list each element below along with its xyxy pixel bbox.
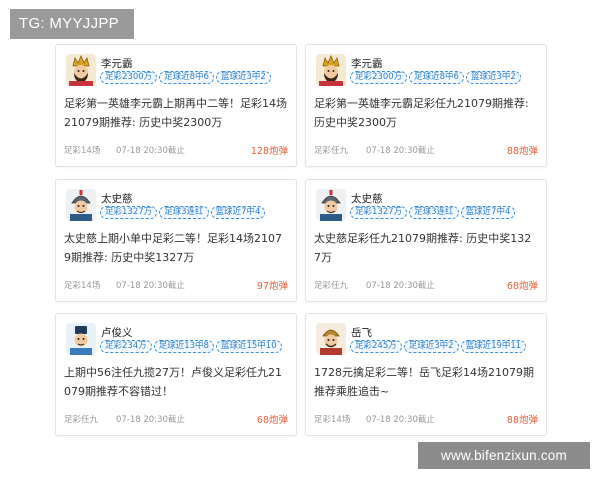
expert-name[interactable]: 李元霸 <box>101 56 133 71</box>
record-tag: 篮球近7中4 <box>460 206 516 219</box>
record-tag: 篮球近3中2 <box>215 71 271 84</box>
record-tag: 篮球近15中10 <box>215 340 282 353</box>
lottery-category: 足彩14场 <box>64 281 101 291</box>
card-content[interactable]: 足彩第一英雄李元霸足彩任九21079期推荐: 历史中奖2300万 <box>314 94 538 132</box>
record-tag: 足球3连红 <box>409 206 459 219</box>
lottery-category: 足彩14场 <box>314 415 351 425</box>
expert-name[interactable]: 李元霸 <box>351 56 383 71</box>
price-label[interactable]: 88炮弹 <box>507 143 538 157</box>
record-tag: 足球近8中6 <box>159 71 214 84</box>
site-watermark: www.bifenzixun.com <box>418 442 590 469</box>
record-tag: 篮球近3中2 <box>465 71 521 84</box>
card-content[interactable]: 太史慈上期小单中足彩二等！足彩14场21079期推荐: 历史中奖1327万 <box>64 229 288 267</box>
record-tag: 足球近8中6 <box>409 71 464 84</box>
expert-tags: 足彩1327万 足球3连红 篮球近7中4 <box>350 206 516 219</box>
record-tag: 足彩2300万 <box>100 71 158 84</box>
deadline-time: 07-18 20:30截止 <box>366 415 435 425</box>
price-label[interactable]: 68炮弹 <box>257 412 288 426</box>
record-tag: 足彩2300万 <box>350 71 408 84</box>
expert-tags: 足彩245万 足球近3中2 篮球近19中11 <box>350 340 527 353</box>
expert-card[interactable]: 太史慈 足彩1327万 足球3连红 篮球近7中4 太史慈上期小单中足彩二等！足彩… <box>55 179 297 302</box>
general-avatar-icon[interactable] <box>316 323 346 355</box>
record-tag: 足球近13中8 <box>153 340 214 353</box>
expert-tags: 足彩2300万 足球近8中6 篮球近3中2 <box>100 71 271 84</box>
card-header: 太史慈 足彩1327万 足球3连红 篮球近7中4 <box>316 189 540 225</box>
record-tag: 足球近3中2 <box>403 340 459 353</box>
lottery-category: 足彩任九 <box>64 415 99 425</box>
price-label[interactable]: 128炮弹 <box>251 143 288 157</box>
expert-tags: 足彩1327万 足球3连红 篮球近7中4 <box>100 206 266 219</box>
card-footer: 足彩任九 07-18 20:30截止 68炮弹 <box>314 279 538 292</box>
card-header: 李元霸 足彩2300万 足球近8中6 篮球近3中2 <box>66 54 290 90</box>
price-label[interactable]: 88炮弹 <box>507 412 538 426</box>
card-footer: 足彩14场 07-18 20:30截止 88炮弹 <box>314 413 538 426</box>
price-label[interactable]: 97炮弹 <box>257 278 288 292</box>
expert-tags: 足彩2300万 足球近8中6 篮球近3中2 <box>350 71 521 84</box>
record-tag: 足彩234万 <box>100 340 152 353</box>
card-header: 岳飞 足彩245万 足球近3中2 篮球近19中11 <box>316 323 540 359</box>
card-footer: 足彩14场 07-18 20:30截止 97炮弹 <box>64 279 288 292</box>
expert-card[interactable]: 卢俊义 足彩234万 足球近13中8 篮球近15中10 上期中56注任九揽27万… <box>55 313 297 436</box>
card-content[interactable]: 上期中56注任九揽27万！卢俊义足彩任九21079期推荐不容错过！ <box>64 363 288 401</box>
deadline-time: 07-18 20:30截止 <box>366 146 435 156</box>
king-avatar-icon[interactable] <box>66 54 96 86</box>
deadline-time: 07-18 20:30截止 <box>116 146 185 156</box>
deadline-time: 07-18 20:30截止 <box>366 281 435 291</box>
lottery-category: 足彩任九 <box>314 146 349 156</box>
record-tag: 足彩1327万 <box>350 206 408 219</box>
card-content[interactable]: 太史慈足彩任九21079期推荐: 历史中奖1327万 <box>314 229 538 267</box>
card-footer: 足彩任九 07-18 20:30截止 68炮弹 <box>64 413 288 426</box>
record-tag: 足球3连红 <box>159 206 209 219</box>
expert-card-grid: 李元霸 足彩2300万 足球近8中6 篮球近3中2 足彩第一英雄李元霸上期再中二… <box>55 44 547 437</box>
price-label[interactable]: 68炮弹 <box>507 278 538 292</box>
expert-card[interactable]: 太史慈 足彩1327万 足球3连红 篮球近7中4 太史慈足彩任九21079期推荐… <box>305 179 547 302</box>
expert-name[interactable]: 太史慈 <box>351 191 383 206</box>
record-tag: 篮球近19中11 <box>460 340 527 353</box>
record-tag: 足彩245万 <box>350 340 402 353</box>
expert-name[interactable]: 岳飞 <box>351 325 372 340</box>
expert-tags: 足彩234万 足球近13中8 篮球近15中10 <box>100 340 282 353</box>
deadline-time: 07-18 20:30截止 <box>116 415 185 425</box>
king-avatar-icon[interactable] <box>316 54 346 86</box>
record-tag: 篮球近7中4 <box>210 206 266 219</box>
card-header: 太史慈 足彩1327万 足球3连红 篮球近7中4 <box>66 189 290 225</box>
card-header: 李元霸 足彩2300万 足球近8中6 篮球近3中2 <box>316 54 540 90</box>
tg-label: TG: MYYJJPP <box>10 9 134 39</box>
record-tag: 足彩1327万 <box>100 206 158 219</box>
card-footer: 足彩任九 07-18 20:30截止 88炮弹 <box>314 144 538 157</box>
lottery-category: 足彩任九 <box>314 281 349 291</box>
expert-name[interactable]: 太史慈 <box>101 191 133 206</box>
warrior-avatar-icon[interactable] <box>316 189 346 221</box>
card-content[interactable]: 足彩第一英雄李元霸上期再中二等！足彩14场21079期推荐: 历史中奖2300万 <box>64 94 288 132</box>
warrior-avatar-icon[interactable] <box>66 189 96 221</box>
expert-card[interactable]: 李元霸 足彩2300万 足球近8中6 篮球近3中2 足彩第一英雄李元霸上期再中二… <box>55 44 297 167</box>
card-content[interactable]: 1728元擒足彩二等！岳飞足彩14场21079期推荐乘胜追击~ <box>314 363 538 401</box>
lottery-category: 足彩14场 <box>64 146 101 156</box>
expert-card[interactable]: 李元霸 足彩2300万 足球近8中6 篮球近3中2 足彩第一英雄李元霸足彩任九2… <box>305 44 547 167</box>
card-footer: 足彩14场 07-18 20:30截止 128炮弹 <box>64 144 288 157</box>
expert-card[interactable]: 岳飞 足彩245万 足球近3中2 篮球近19中11 1728元擒足彩二等！岳飞足… <box>305 313 547 436</box>
card-header: 卢俊义 足彩234万 足球近13中8 篮球近15中10 <box>66 323 290 359</box>
expert-name[interactable]: 卢俊义 <box>101 325 133 340</box>
deadline-time: 07-18 20:30截止 <box>116 281 185 291</box>
scholar-avatar-icon[interactable] <box>66 323 96 355</box>
